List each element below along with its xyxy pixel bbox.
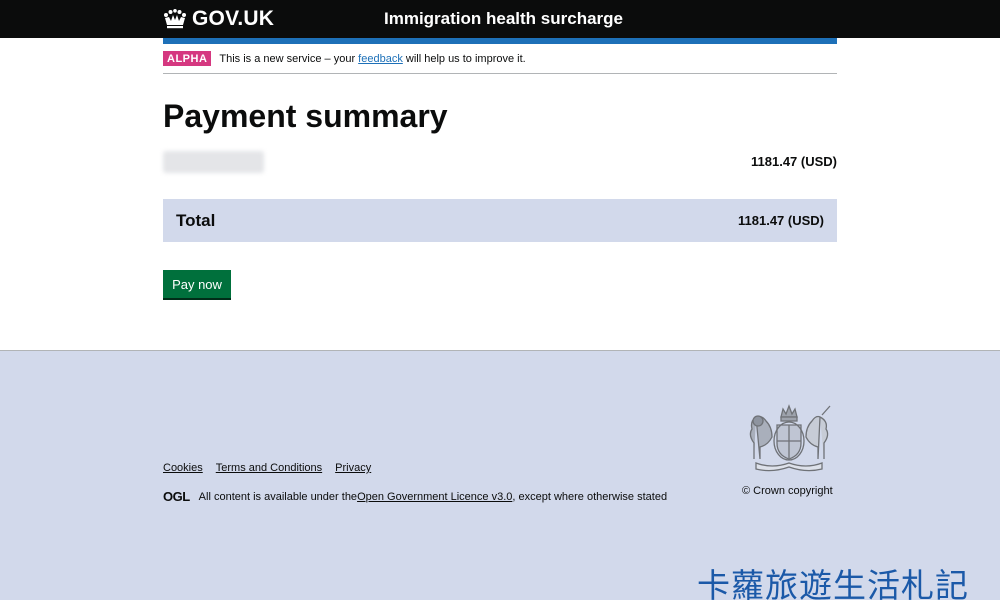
service-name-link[interactable]: Immigration health surcharge bbox=[384, 9, 623, 29]
feedback-link[interactable]: feedback bbox=[358, 53, 403, 65]
footer-link-privacy[interactable]: Privacy bbox=[335, 462, 371, 474]
total-amount: 1181.47 (USD) bbox=[738, 213, 824, 228]
royal-coat-of-arms-icon bbox=[749, 404, 831, 472]
phase-tag: ALPHA bbox=[163, 51, 212, 66]
footer-link-terms[interactable]: Terms and Conditions bbox=[216, 462, 322, 474]
item-amount: 1181.47 (USD) bbox=[751, 154, 837, 169]
licence-info: OGL All content is available under the O… bbox=[163, 489, 667, 504]
open-government-licence-link[interactable]: Open Government Licence v3.0 bbox=[357, 491, 512, 503]
footer-link-cookies[interactable]: Cookies bbox=[163, 462, 203, 474]
licence-text-after: , except where otherwise stated bbox=[512, 490, 668, 503]
logo-text: GOV.UK bbox=[192, 7, 275, 30]
watermark-text: 卡蘿旅遊生活札記 bbox=[697, 566, 969, 600]
ogl-logo-icon: OGL bbox=[163, 489, 190, 504]
total-label: Total bbox=[176, 211, 216, 230]
header-container: GOV.UK Immigration health surcharge bbox=[163, 0, 837, 38]
site-header: GOV.UK Immigration health surcharge bbox=[0, 0, 1000, 38]
pay-now-button[interactable]: Pay now bbox=[163, 270, 231, 298]
page-title: Payment summary bbox=[163, 98, 448, 134]
crown-icon bbox=[164, 9, 186, 29]
summary-item-row: 1181.47 (USD) bbox=[163, 150, 837, 174]
total-row: Total 1181.47 (USD) bbox=[163, 199, 837, 242]
govuk-logo-link[interactable]: GOV.UK bbox=[163, 7, 274, 31]
phase-text-before: This is a new service – your bbox=[219, 52, 359, 65]
site-footer: Cookies Terms and Conditions Privacy OGL… bbox=[0, 350, 1000, 600]
redacted-reference bbox=[163, 151, 264, 173]
crown-copyright-link[interactable]: © Crown copyright bbox=[742, 485, 833, 497]
footer-links: Cookies Terms and Conditions Privacy bbox=[163, 462, 371, 474]
phase-text-after: will help us to improve it. bbox=[402, 52, 526, 65]
licence-text-before: All content is available under the bbox=[198, 490, 358, 503]
phase-banner-text: This is a new service – your feedback wi… bbox=[219, 53, 525, 65]
phase-banner: ALPHA This is a new service – your feedb… bbox=[163, 44, 837, 74]
